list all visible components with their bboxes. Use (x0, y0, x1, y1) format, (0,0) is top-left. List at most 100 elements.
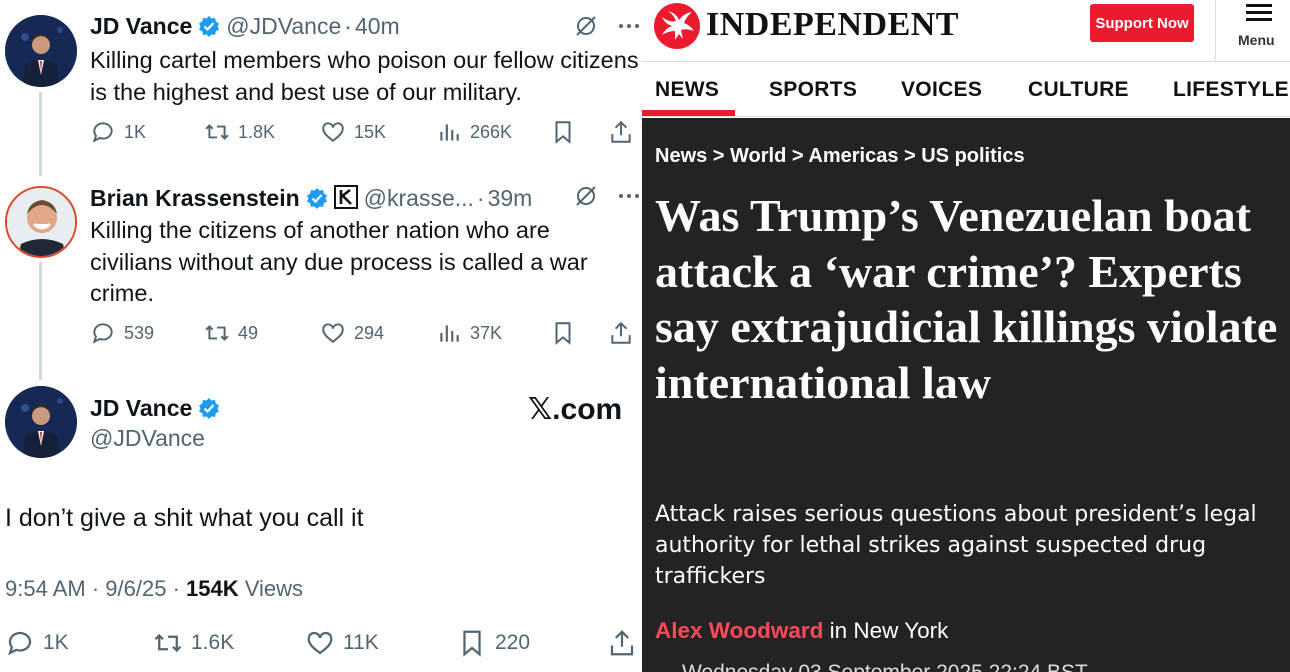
views-icon (440, 124, 459, 141)
nav-culture[interactable]: CULTURE (1028, 78, 1129, 102)
menu-button[interactable]: Menu (1224, 4, 1284, 54)
tweet-header: Brian Krassenstein @krasse... · 39m (90, 182, 532, 212)
byline: Alex Woodward in New York (655, 618, 948, 644)
bookmark-icon (555, 322, 571, 345)
like-count: 15K (354, 121, 387, 142)
retweet-icon (154, 633, 182, 653)
thread-connector-line (39, 92, 42, 176)
tweet-text: Killing the citizens of another nation w… (90, 217, 588, 306)
share-button[interactable] (608, 320, 634, 346)
views-icon (440, 325, 459, 342)
bookmark-button[interactable] (550, 320, 576, 346)
author-handle[interactable]: @krasse... (364, 185, 474, 212)
like-count: 11K (343, 631, 379, 654)
share-icon (611, 120, 631, 143)
x-com-watermark: 𝕏.com (528, 393, 623, 426)
support-now-button[interactable]: Support Now (1090, 4, 1194, 42)
article-standfirst: Attack raises serious questions about pr… (655, 502, 1257, 589)
retweet-button[interactable]: 49 (204, 320, 258, 346)
views-button[interactable]: 266K (436, 119, 512, 145)
reply-count: 1K (124, 121, 147, 142)
separator-dot: · (172, 576, 180, 601)
nav-sports[interactable]: SPORTS (769, 78, 857, 102)
verified-badge-icon (198, 15, 220, 37)
tweet-header-actions (574, 184, 640, 208)
section-nav: NEWS SPORTS VOICES CULTURE LIFESTYLE (642, 63, 1290, 117)
share-button[interactable] (608, 119, 634, 145)
like-button[interactable]: 294 (320, 320, 384, 346)
author-handle[interactable]: @JDVance (226, 13, 341, 40)
thread-connector-line (39, 262, 42, 380)
like-button[interactable]: 11K (305, 628, 379, 658)
bookmark-button[interactable]: 220 (457, 628, 530, 658)
nav-lifestyle[interactable]: LIFESTYLE (1173, 78, 1289, 102)
tweet-action-bar: 1K 1.8K 15K 266K (90, 119, 635, 149)
x-thread-screenshot: JD Vance @JDVance · 40m Killing cartel m… (0, 0, 642, 672)
breadcrumb[interactable]: News > World > Americas > US politics (655, 145, 1025, 168)
tweet-time[interactable]: 39m (488, 185, 533, 212)
reply-icon (92, 323, 113, 344)
tweet-date[interactable]: 9/6/25 (105, 576, 166, 601)
author-name[interactable]: Brian Krassenstein (90, 185, 300, 212)
bookmark-icon (555, 121, 571, 144)
tweet-time[interactable]: 40m (355, 13, 400, 40)
author-link[interactable]: Alex Woodward (655, 618, 823, 643)
grok-icon[interactable] (574, 14, 598, 38)
views-label: Views (244, 576, 304, 601)
share-icon (611, 321, 631, 344)
separator-dot: · (344, 13, 352, 39)
grok-icon[interactable] (574, 184, 598, 208)
active-tab-indicator (642, 110, 735, 116)
reply-button[interactable]: 1K (90, 119, 146, 145)
main-tweet-text: I don’t give a shit what you call it (5, 504, 364, 532)
share-icon (610, 630, 634, 656)
more-icon[interactable] (618, 23, 640, 29)
views-button[interactable]: 37K (436, 320, 502, 346)
verified-badge-icon (306, 187, 328, 209)
retweet-count: 49 (238, 322, 259, 343)
more-icon[interactable] (618, 193, 640, 199)
retweet-button[interactable]: 1.6K (153, 628, 234, 658)
main-tweet-handle-row: @JDVance (90, 425, 205, 452)
separator-dot: · (91, 576, 100, 601)
logo-wordmark[interactable]: INDEPENDENT (706, 6, 959, 44)
retweet-icon (205, 124, 229, 140)
share-button[interactable] (607, 628, 637, 658)
article-hero: News > World > Americas > US politics Wa… (642, 118, 1290, 672)
avatar-brian-krassenstein[interactable] (5, 186, 77, 258)
like-icon (322, 122, 344, 142)
like-icon (307, 631, 333, 655)
like-count: 294 (354, 322, 385, 343)
views-count: 266K (470, 121, 513, 142)
retweet-button[interactable]: 1.8K (204, 119, 275, 145)
avatar-jd-vance[interactable] (5, 15, 77, 87)
nav-news[interactable]: NEWS (655, 78, 719, 102)
eagle-logo-icon[interactable] (654, 3, 700, 49)
like-button[interactable]: 15K (320, 119, 386, 145)
author-name[interactable]: JD Vance (90, 13, 192, 40)
bookmark-button[interactable] (550, 119, 576, 145)
retweet-count: 1.6K (191, 631, 235, 654)
menu-label: Menu (1238, 32, 1275, 48)
tweet-time[interactable]: 9:54 AM (5, 576, 86, 601)
reply-button[interactable]: 1K (5, 628, 69, 658)
site-header: INDEPENDENT Support Now Menu (642, 0, 1290, 62)
views-count: 154K (186, 576, 239, 601)
avatar-jd-vance[interactable] (5, 386, 77, 458)
tweet-meta: 9:54 AM · 9/6/25 · 154K Views (5, 576, 303, 602)
affiliate-k-icon (333, 185, 358, 209)
separator-dot: · (476, 185, 485, 211)
reply-count: 539 (124, 322, 155, 343)
reply-icon (8, 631, 32, 656)
nav-voices[interactable]: VOICES (901, 78, 982, 102)
author-name[interactable]: JD Vance (90, 395, 192, 422)
bookmark-icon (463, 630, 481, 657)
retweet-count: 1.8K (238, 121, 276, 142)
reply-button[interactable]: 539 (90, 320, 154, 346)
tweet-header-actions (574, 14, 640, 38)
tweet-header: JD Vance @JDVance · 40m (90, 12, 400, 40)
author-handle[interactable]: @JDVance (90, 425, 205, 452)
retweet-icon (205, 325, 229, 341)
like-icon (322, 323, 344, 343)
verified-badge-icon (198, 397, 220, 419)
